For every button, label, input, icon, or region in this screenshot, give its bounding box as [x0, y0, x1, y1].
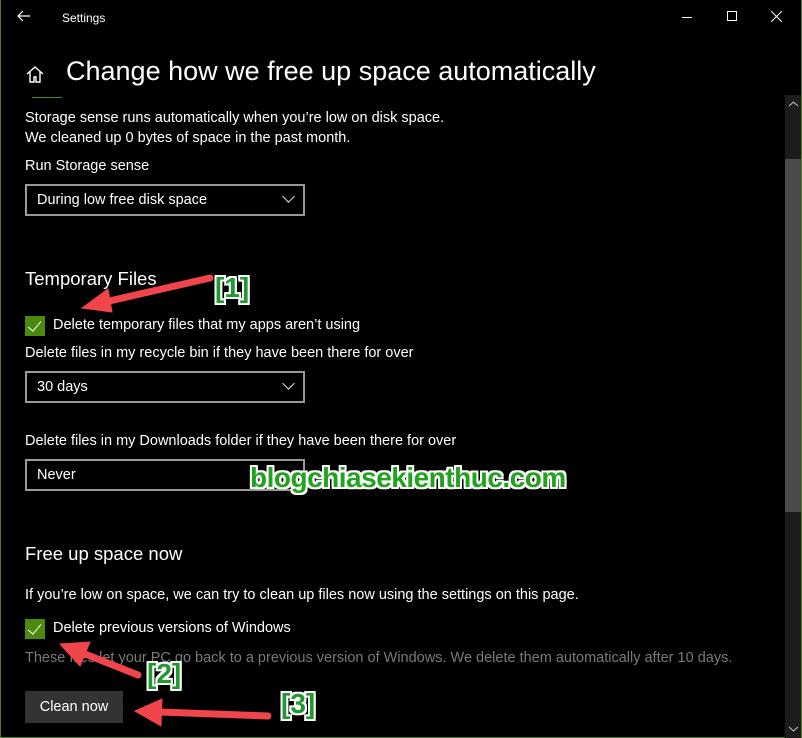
- arrow-3-head: [133, 698, 163, 727]
- arrow-2: [76, 648, 142, 679]
- arrow-3: [156, 708, 272, 720]
- arrow-1-head: [80, 288, 113, 313]
- annotation-label-3: [3]: [281, 688, 316, 719]
- arrow-2-head: [58, 641, 91, 667]
- annotation-arrows: [58, 274, 272, 727]
- annotation-label-1: [1]: [215, 272, 250, 303]
- watermark: blogchiasekienthuc.com: [250, 462, 566, 493]
- arrow-1: [101, 274, 214, 306]
- annotation-label-2: [2]: [147, 658, 182, 689]
